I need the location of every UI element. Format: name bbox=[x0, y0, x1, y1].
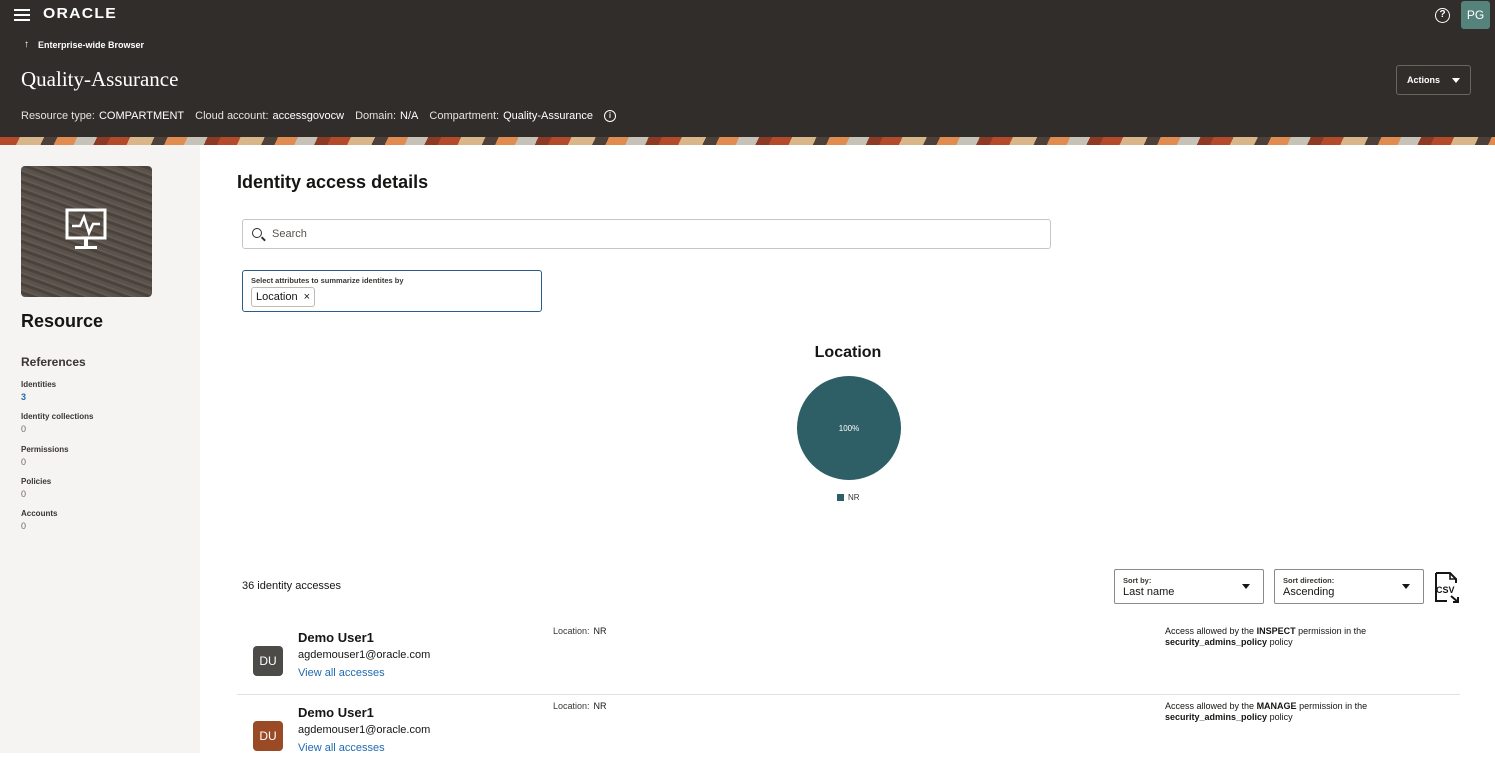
hamburger-menu-icon[interactable] bbox=[14, 9, 30, 21]
user-name: Demo User1 bbox=[298, 705, 374, 720]
accesses-count: 36 identity accesses bbox=[242, 580, 342, 592]
section-title: Identity access details bbox=[237, 172, 429, 192]
location-chip[interactable]: Location × bbox=[251, 287, 316, 307]
info-icon[interactable]: i bbox=[603, 110, 616, 122]
meta-domain: Domain: N/A bbox=[355, 110, 419, 122]
list-item: DU Demo User1 agdemouser1@oracle.com Vie… bbox=[237, 696, 1460, 757]
meta-compartment: Compartment: Quality-Assurance bbox=[429, 110, 593, 122]
svg-text:CSV: CSV bbox=[1436, 585, 1455, 595]
resource-meta: Resource type: COMPARTMENT Cloud account:… bbox=[21, 110, 616, 122]
page-title: Quality-Assurance bbox=[21, 67, 179, 91]
pie-data-label: 100% bbox=[839, 424, 859, 433]
chart-legend: NR bbox=[837, 493, 860, 502]
attribute-selector[interactable]: Select attributes to summarize identites… bbox=[242, 270, 542, 312]
left-panel: Resource References Identities 3 Identit… bbox=[0, 145, 200, 753]
meta-cloud-account: Cloud account: accessgovocw bbox=[195, 110, 345, 122]
access-description: Access allowed by the MANAGE permission … bbox=[1165, 701, 1368, 722]
user-email: agdemouser1@oracle.com bbox=[298, 649, 431, 661]
access-description: Access allowed by the INSPECT permission… bbox=[1165, 626, 1367, 647]
ref-permissions: Permissions 0 bbox=[21, 445, 69, 467]
user-avatar: DU bbox=[253, 721, 283, 751]
csv-export-icon[interactable]: CSV bbox=[1433, 571, 1461, 603]
ref-policies: Policies 0 bbox=[21, 477, 52, 499]
breadcrumb[interactable]: ↑ Enterprise-wide Browser bbox=[24, 39, 144, 50]
ref-identity-collections: Identity collections 0 bbox=[21, 412, 94, 434]
caret-down-icon bbox=[1242, 584, 1250, 589]
resource-title: Resource bbox=[21, 311, 104, 331]
actions-button[interactable]: Actions bbox=[1396, 65, 1471, 95]
user-avatar[interactable]: PG bbox=[1461, 1, 1490, 29]
help-icon[interactable]: ? bbox=[1435, 8, 1450, 23]
caret-down-icon bbox=[1452, 77, 1460, 83]
user-name: Demo User1 bbox=[298, 630, 374, 645]
attribute-selector-label: Select attributes to summarize identites… bbox=[251, 276, 404, 285]
ref-accounts: Accounts 0 bbox=[21, 509, 58, 531]
view-all-accesses-link[interactable]: View all accesses bbox=[298, 667, 385, 679]
search-icon bbox=[252, 228, 262, 238]
legend-swatch bbox=[837, 494, 844, 501]
legend-label: NR bbox=[848, 493, 860, 502]
ref-identities: Identities 3 bbox=[21, 380, 57, 402]
monitor-icon bbox=[65, 208, 107, 249]
arrow-up-icon: ↑ bbox=[24, 39, 29, 50]
references-title: References bbox=[21, 355, 86, 369]
chip-label: Location bbox=[256, 291, 298, 303]
pie-chart: 100% bbox=[797, 376, 901, 480]
breadcrumb-label: Enterprise-wide Browser bbox=[38, 39, 145, 50]
search-input[interactable] bbox=[272, 225, 1032, 243]
sort-by-select[interactable]: Sort by: Last name bbox=[1114, 569, 1264, 604]
chart-title: Location bbox=[814, 344, 882, 361]
caret-down-icon bbox=[1402, 584, 1410, 589]
location-field: Location: NR bbox=[553, 701, 607, 711]
close-icon[interactable]: × bbox=[304, 291, 310, 303]
meta-resource-type: Resource type: COMPARTMENT bbox=[21, 110, 185, 122]
app-header: ORACLE ? PG ↑ Enterprise-wide Browser Qu… bbox=[0, 0, 1495, 137]
identities-count-link[interactable]: 3 bbox=[21, 392, 56, 402]
actions-label: Actions bbox=[1406, 75, 1440, 85]
list-item: DU Demo User1 agdemouser1@oracle.com Vie… bbox=[237, 621, 1460, 695]
user-email: agdemouser1@oracle.com bbox=[298, 724, 431, 736]
resource-image bbox=[21, 166, 152, 297]
view-all-accesses-link[interactable]: View all accesses bbox=[298, 742, 385, 754]
sort-direction-select[interactable]: Sort direction: Ascending bbox=[1274, 569, 1424, 604]
user-avatar: DU bbox=[253, 646, 283, 676]
location-field: Location: NR bbox=[553, 626, 607, 636]
oracle-logo: ORACLE bbox=[43, 5, 118, 22]
search-box bbox=[242, 219, 1051, 249]
decorative-banner bbox=[0, 137, 1495, 145]
